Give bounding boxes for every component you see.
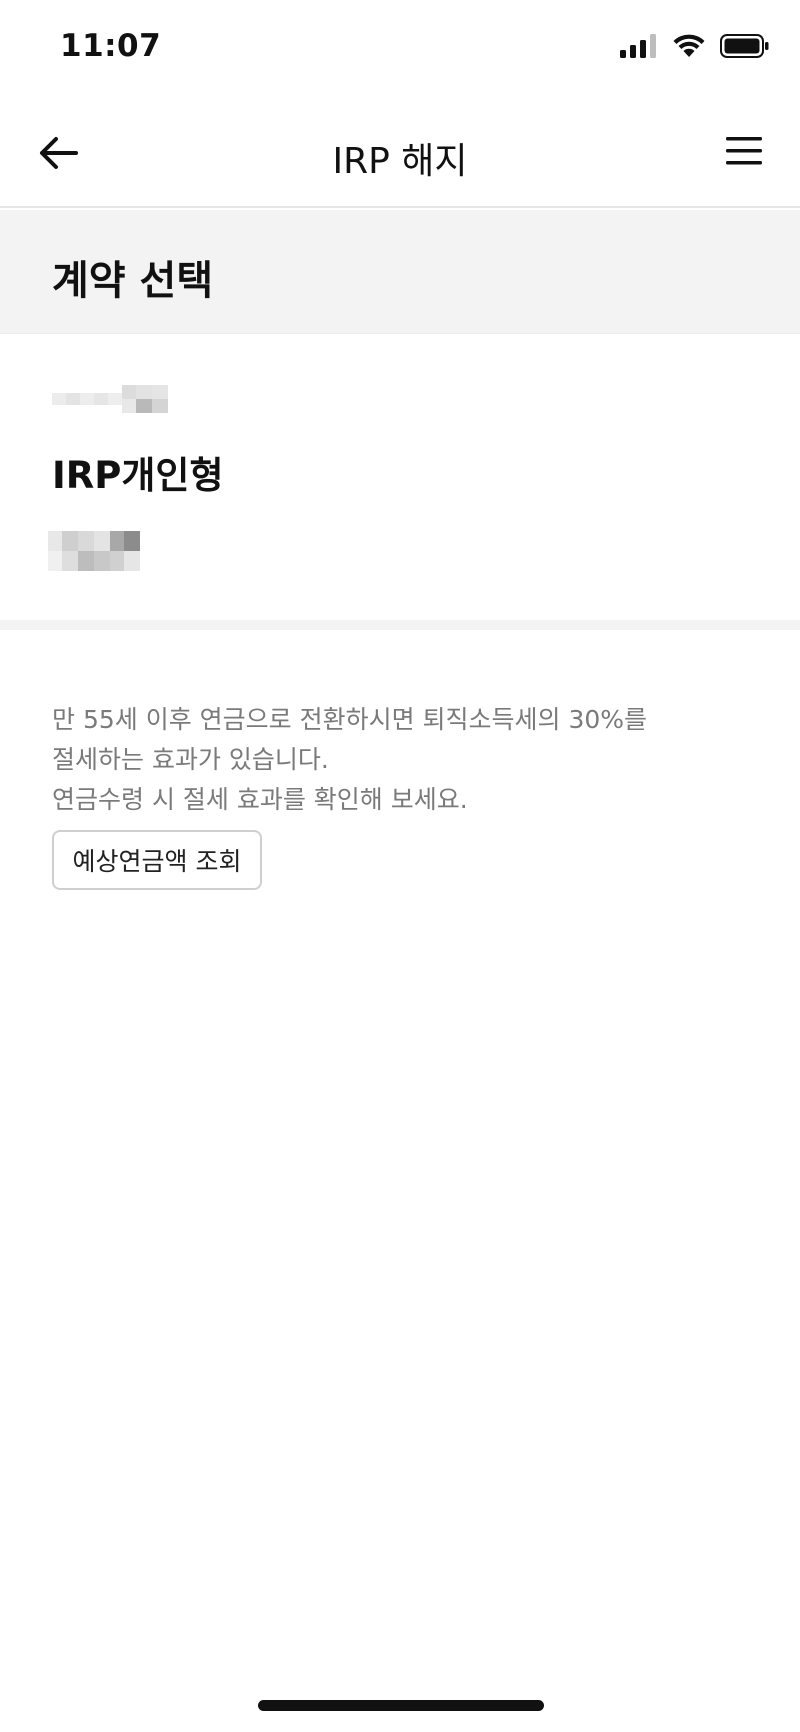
redacted-balance [48,531,140,571]
cellular-signal-icon [620,34,656,58]
contract-card[interactable]: IRP개인형 [0,335,800,620]
contract-name: IRP개인형 [52,454,224,497]
home-indicator [258,1700,544,1711]
section-title: 계약 선택 [52,258,214,304]
tax-info-text: 만 55세 이후 연금으로 전환하시면 퇴직소득세의 30%를 절세하는 효과가… [52,700,752,820]
page-title: IRP 해지 [332,141,468,182]
battery-icon [720,34,769,58]
status-icons [620,34,770,58]
info-line: 만 55세 이후 연금으로 전환하시면 퇴직소득세의 30%를 [52,705,648,734]
status-bar: 11:07 [0,0,800,100]
info-line: 연금수령 시 절세 효과를 확인해 보세요. [52,785,468,814]
info-line: 절세하는 효과가 있습니다. [52,745,329,774]
nav-bar: IRP 해지 [0,100,800,208]
section-divider [0,620,800,630]
redacted-account-number [52,385,168,413]
wifi-icon [673,34,705,57]
section-header: 계약 선택 [0,210,800,334]
hamburger-menu-icon[interactable] [724,134,764,168]
status-time: 11:07 [60,28,162,64]
expected-pension-inquiry-button[interactable]: 예상연금액 조회 [52,830,262,890]
